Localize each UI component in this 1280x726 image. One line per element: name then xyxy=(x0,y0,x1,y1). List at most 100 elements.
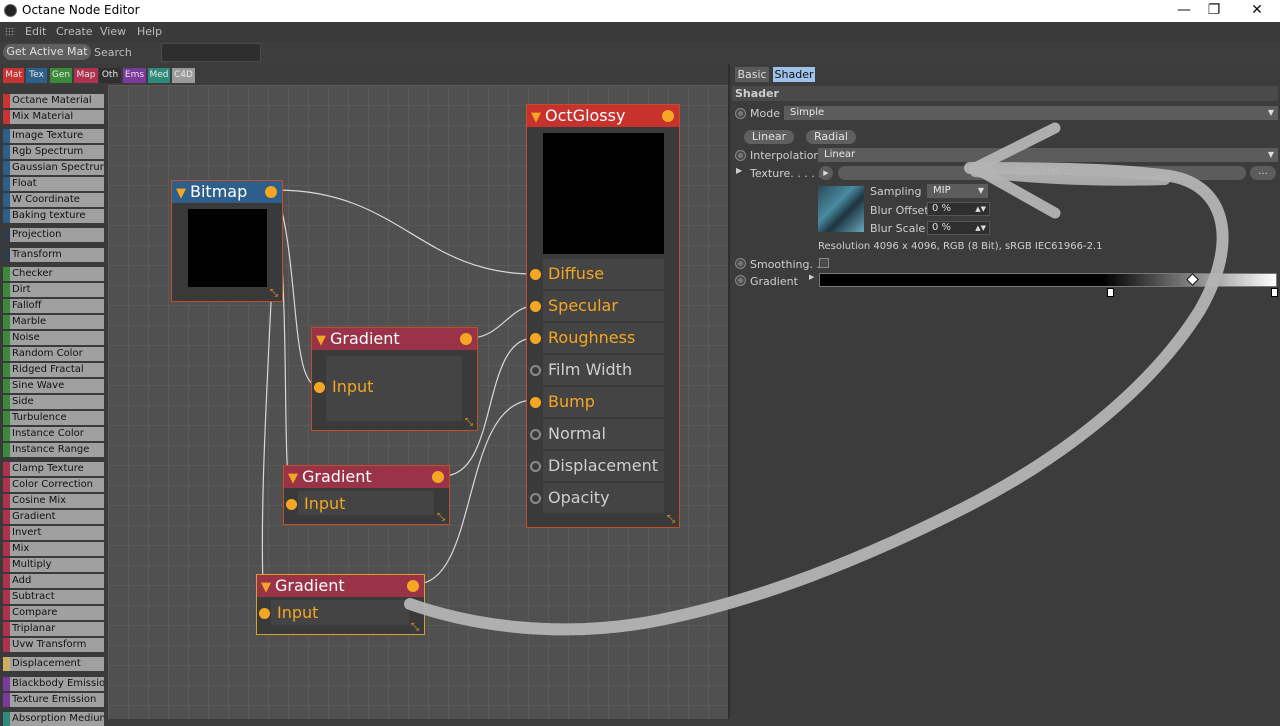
node-list-item[interactable]: Compare xyxy=(3,606,104,620)
gradient-keyframe-radio[interactable] xyxy=(735,275,746,286)
search-input[interactable] xyxy=(161,43,261,62)
octglossy-port-opacity-dot[interactable] xyxy=(530,493,541,504)
gradient-node-2-input-port[interactable] xyxy=(286,499,297,510)
maximize-button[interactable]: ❐ xyxy=(1191,0,1237,22)
stepper-arrows-icon[interactable]: ▲▼ xyxy=(975,222,986,234)
collapse-triangle-icon[interactable]: ▼ xyxy=(531,110,541,125)
node-list-item[interactable]: Color Correction xyxy=(3,478,104,492)
gradient-node-3-header[interactable]: ▼ Gradient xyxy=(257,575,424,597)
texture-path-field[interactable]: C:\Users\... xyxy=(838,166,1246,180)
node-list-item[interactable]: Gaussian Spectrum xyxy=(3,161,104,175)
gradient-node-1-output-port[interactable] xyxy=(460,333,472,345)
resize-handle-icon[interactable]: ⤡ xyxy=(437,513,447,523)
node-list-item[interactable]: Multiply xyxy=(3,558,104,572)
node-list-item[interactable]: Dirt xyxy=(3,283,104,297)
node-list-item[interactable]: Transform xyxy=(3,248,104,262)
node-list-item[interactable]: Rgb Spectrum xyxy=(3,145,104,159)
node-list-item[interactable]: Marble xyxy=(3,315,104,329)
node-list-item[interactable]: Octane Material xyxy=(3,94,104,108)
node-list-item[interactable]: Side xyxy=(3,395,104,409)
octglossy-port-film-width-dot[interactable] xyxy=(530,365,541,376)
blur-offset-input[interactable]: 0 % ▲▼ xyxy=(927,202,990,216)
node-list-item[interactable]: Cosine Mix xyxy=(3,494,104,508)
menu-help[interactable]: Help xyxy=(137,25,162,38)
linear-button[interactable]: Linear xyxy=(744,130,794,144)
node-list-item[interactable]: Gradient xyxy=(3,510,104,524)
node-list-item[interactable]: Invert xyxy=(3,526,104,540)
interpolation-keyframe-radio[interactable] xyxy=(735,150,746,161)
node-list-item[interactable]: Checker xyxy=(3,267,104,281)
node-list-item[interactable]: Triplanar xyxy=(3,622,104,636)
menu-view[interactable]: View xyxy=(100,25,126,38)
node-list-item[interactable]: Subtract xyxy=(3,590,104,604)
node-list-item[interactable]: W Coordinate xyxy=(3,193,104,207)
node-list-item[interactable]: Ridged Fractal xyxy=(3,363,104,377)
gradient-bar[interactable] xyxy=(819,273,1277,287)
node-list-item[interactable]: Blackbody Emission xyxy=(3,677,104,691)
node-list-item[interactable]: Add xyxy=(3,574,104,588)
node-list-item[interactable]: Texture Emission xyxy=(3,693,104,707)
gradient-knot[interactable] xyxy=(1107,288,1114,297)
expand-triangle-icon[interactable]: ▶ xyxy=(736,166,742,175)
collapse-triangle-icon[interactable]: ▼ xyxy=(176,186,186,201)
smoothing-keyframe-radio[interactable] xyxy=(735,258,746,269)
node-list-item[interactable]: Projection xyxy=(3,228,104,242)
smoothing-checkbox[interactable] xyxy=(819,258,829,268)
octglossy-node-header[interactable]: ▼ OctGlossy xyxy=(527,105,679,127)
gradient-node-3-input-port[interactable] xyxy=(259,608,270,619)
blur-scale-input[interactable]: 0 % ▲▼ xyxy=(927,221,990,235)
menu-create[interactable]: Create xyxy=(56,25,93,38)
gradient-node-2[interactable]: ▼ Gradient Input ⤡ xyxy=(283,465,450,525)
expand-triangle-icon[interactable]: ▶ xyxy=(809,273,814,281)
category-tab-c4d[interactable]: C4D xyxy=(172,68,195,83)
node-list-item[interactable]: Instance Color xyxy=(3,427,104,441)
category-tab-map[interactable]: Map xyxy=(74,68,98,83)
node-list-item[interactable]: Random Color xyxy=(3,347,104,361)
close-button[interactable]: ✕ xyxy=(1234,0,1280,22)
gradient-knot[interactable] xyxy=(1271,288,1278,297)
node-list-item[interactable]: Mix Material xyxy=(3,110,104,124)
resize-handle-icon[interactable]: ⤡ xyxy=(411,623,421,633)
radial-button[interactable]: Radial xyxy=(806,130,856,144)
node-list-item[interactable]: Baking texture xyxy=(3,209,104,223)
node-list-item[interactable]: Uvw Transform xyxy=(3,638,104,652)
collapse-triangle-icon[interactable]: ▼ xyxy=(261,580,271,595)
node-list-item[interactable]: Image Texture xyxy=(3,129,104,143)
gradient-node-2-output-port[interactable] xyxy=(432,471,444,483)
gradient-node-2-header[interactable]: ▼ Gradient xyxy=(284,466,449,488)
octglossy-port-specular-dot[interactable] xyxy=(530,301,541,312)
resize-handle-icon[interactable]: ⤡ xyxy=(270,289,280,299)
node-list-item[interactable]: Instance Range xyxy=(3,443,104,457)
category-tab-gen[interactable]: Gen xyxy=(50,68,72,83)
octglossy-port-diffuse-dot[interactable] xyxy=(530,269,541,280)
resize-handle-icon[interactable]: ⤡ xyxy=(667,515,677,525)
gradient-node-3[interactable]: ▼ Gradient Input ⤡ xyxy=(256,574,425,635)
node-list-item[interactable]: Turbulence xyxy=(3,411,104,425)
bitmap-node[interactable]: ▼ Bitmap ⤡ xyxy=(171,180,283,302)
gradient-node-1-input-port[interactable] xyxy=(314,382,325,393)
octglossy-port-bump-dot[interactable] xyxy=(530,397,541,408)
stepper-arrows-icon[interactable]: ▲▼ xyxy=(975,203,986,215)
gradient-node-3-output-port[interactable] xyxy=(407,580,419,592)
resize-handle-icon[interactable]: ⤡ xyxy=(465,418,475,428)
category-tab-ems[interactable]: Ems xyxy=(123,68,146,83)
texture-play-icon[interactable]: ▶ xyxy=(819,166,833,180)
node-list-item[interactable]: Sine Wave xyxy=(3,379,104,393)
category-tab-mat[interactable]: Mat xyxy=(3,68,24,83)
interpolation-dropdown[interactable]: Linear ▼ xyxy=(818,148,1278,162)
texture-browse-button[interactable]: ... xyxy=(1250,166,1276,180)
get-active-mat-button[interactable]: Get Active Mat xyxy=(3,44,91,60)
menu-edit[interactable]: Edit xyxy=(25,25,46,38)
category-tab-tex[interactable]: Tex xyxy=(26,68,47,83)
tab-basic[interactable]: Basic xyxy=(735,67,769,82)
category-tab-med[interactable]: Med xyxy=(148,68,170,83)
sampling-dropdown[interactable]: MIP ▼ xyxy=(927,184,988,198)
mode-keyframe-radio[interactable] xyxy=(735,108,746,119)
grip-icon[interactable] xyxy=(5,27,15,37)
gradient-node-1-header[interactable]: ▼ Gradient xyxy=(312,328,477,350)
node-list-item[interactable]: Float xyxy=(3,177,104,191)
node-list-item[interactable]: Displacement xyxy=(3,657,104,671)
bitmap-output-port[interactable] xyxy=(265,186,277,198)
node-list-item[interactable]: Falloff xyxy=(3,299,104,313)
octglossy-output-port[interactable] xyxy=(662,110,674,122)
